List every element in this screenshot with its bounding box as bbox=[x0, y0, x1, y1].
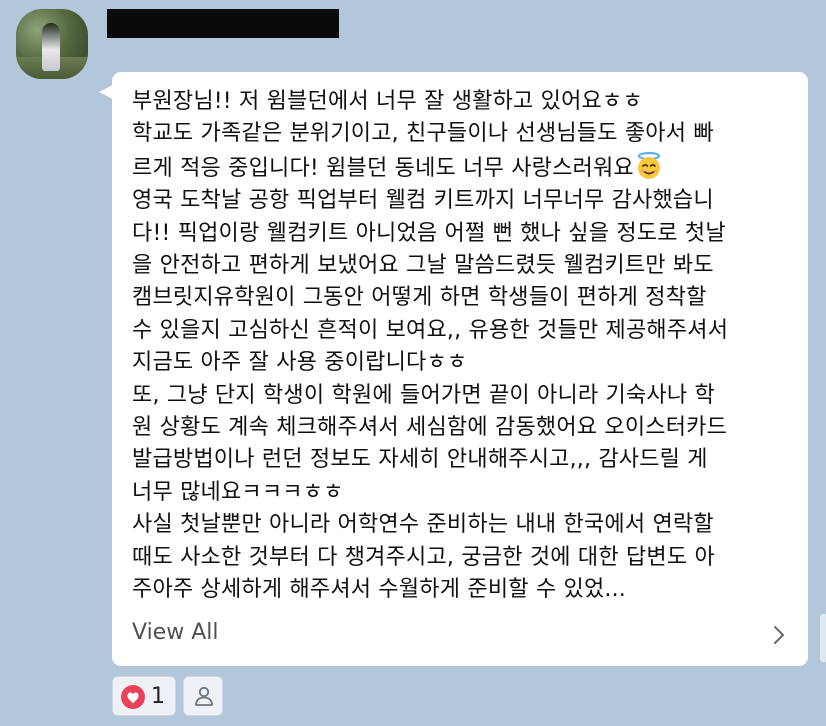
message-line: 영국 도착날 공항 픽업부터 웰컴 키트까지 너무너무 감사했습니 bbox=[132, 188, 714, 214]
message-line: 발급방법이나 런던 정보도 자세히 안내해주시고,,, 감사드릴 게 bbox=[132, 447, 708, 473]
chevron-right-icon bbox=[774, 626, 784, 644]
bubble-tail bbox=[99, 85, 113, 99]
sender-avatar[interactable] bbox=[16, 9, 88, 79]
message-bubble[interactable]: 부원장님!! 저 윔블던에서 너무 잘 생활하고 있어요ㅎㅎ 학교도 가족같은 … bbox=[112, 72, 808, 666]
like-count: 1 bbox=[151, 684, 165, 709]
message-line: 수 있을지 고심하신 흔적이 보여요,, 유용한 것들만 제공해주셔서 bbox=[132, 317, 729, 343]
message-text: 부원장님!! 저 윔블던에서 너무 잘 생활하고 있어요ㅎㅎ 학교도 가족같은 … bbox=[132, 86, 792, 607]
smiling-face-with-halo-icon bbox=[637, 151, 660, 179]
member-reaction-button[interactable] bbox=[183, 676, 223, 716]
message-line: 르게 적응 중입니다! 윔블던 동네도 너무 사랑스러워요 bbox=[132, 155, 634, 181]
like-reaction-button[interactable]: 1 bbox=[112, 676, 176, 716]
message-line: 지금도 아주 잘 사용 중이랍니다ㅎㅎ bbox=[132, 350, 468, 376]
message-line: 원 상황도 계속 체크해주셔서 세심함에 감동했어요 오이스터카드 bbox=[132, 415, 728, 441]
message-line: 너무 많네요ㅋㅋㅋㅎㅎ bbox=[132, 479, 344, 505]
message-line: 주아주 상세하게 해주셔서 수월하게 준비할 수 있었... bbox=[132, 577, 626, 603]
view-all-label: View All bbox=[132, 620, 219, 645]
person-icon bbox=[195, 686, 213, 706]
message-line: 또, 그냥 단지 학생이 학원에 들어가면 끝이 아니라 기숙사나 학 bbox=[132, 382, 715, 408]
sender-name-redacted bbox=[107, 9, 339, 38]
heart-icon bbox=[121, 685, 145, 709]
message-line: 사실 첫날뿐만 아니라 어학연수 준비하는 내내 한국에서 연락할 bbox=[132, 512, 714, 538]
message-line: 부원장님!! 저 윔블던에서 너무 잘 생활하고 있어요ㅎㅎ bbox=[132, 89, 643, 114]
message-line: 다!! 픽업이랑 웰컴키트 아니었음 어쩔 뻔 했나 싶을 정도로 첫날 bbox=[132, 220, 726, 246]
message-line: 캠브릿지유학원이 그동안 어떻게 하면 학생들이 편하게 정착할 bbox=[132, 285, 707, 311]
message-line: 때도 사소한 것부터 다 챙겨주시고, 궁금한 것에 대한 답변도 아 bbox=[132, 544, 715, 570]
scroll-edge bbox=[820, 614, 826, 662]
message-line: 학교도 가족같은 분위기이고, 친구들이나 선생님들도 좋아서 빠 bbox=[132, 121, 714, 147]
view-all-button[interactable]: View All bbox=[112, 606, 808, 666]
message-line: 을 안전하고 편하게 보냈어요 그날 말씀드렸듯 웰컴키트만 봐도 bbox=[132, 253, 714, 279]
avatar-photo-person bbox=[42, 23, 60, 71]
